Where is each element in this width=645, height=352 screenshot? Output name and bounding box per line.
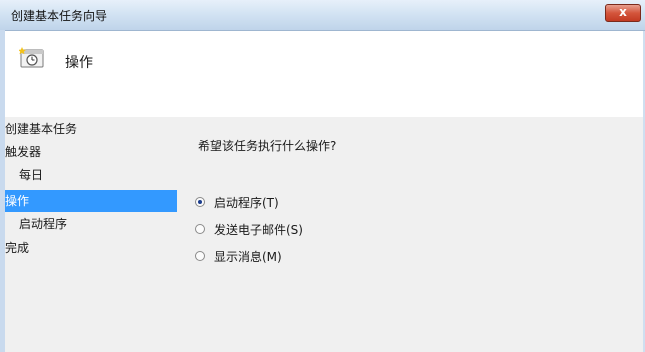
step-create-basic-task[interactable]: 创建基本任务 bbox=[5, 118, 177, 140]
radio-label: 启动程序(T) bbox=[214, 196, 279, 210]
step-label: 触发器 bbox=[5, 145, 42, 159]
step-action[interactable]: 操作 bbox=[5, 190, 177, 212]
close-icon: x bbox=[619, 5, 627, 19]
step-trigger[interactable]: 触发器 bbox=[5, 141, 177, 163]
step-list: 创建基本任务 触发器 每日 操作 启动程序 完成 bbox=[5, 117, 183, 352]
step-label: 启动程序 bbox=[19, 217, 68, 231]
question-text: 希望该任务执行什么操作? bbox=[198, 139, 337, 153]
wizard-content: 创建基本任务 触发器 每日 操作 启动程序 完成 希望该任务执行什么操作? 启动… bbox=[5, 117, 643, 352]
step-label: 完成 bbox=[5, 241, 30, 255]
radio-button[interactable] bbox=[195, 197, 205, 207]
radio-button[interactable] bbox=[195, 251, 205, 261]
wizard-header: 操作 bbox=[5, 31, 643, 117]
page-title: 操作 bbox=[65, 55, 93, 71]
step-daily[interactable]: 每日 bbox=[5, 164, 177, 186]
step-label: 操作 bbox=[5, 194, 30, 208]
step-label: 每日 bbox=[19, 168, 44, 182]
step-start-program[interactable]: 启动程序 bbox=[5, 213, 177, 235]
wizard-window: 创建基本任务向导 x 操作 创建基本任务 触发器 每日 操作 启动程序 完成 希… bbox=[0, 0, 645, 352]
step-finish[interactable]: 完成 bbox=[5, 237, 177, 259]
step-label: 创建基本任务 bbox=[5, 122, 78, 136]
window-title: 创建基本任务向导 bbox=[11, 9, 108, 23]
title-bar[interactable]: 创建基本任务向导 x bbox=[0, 0, 645, 31]
radio-label: 显示消息(M) bbox=[214, 250, 282, 264]
task-scheduler-icon bbox=[19, 47, 44, 68]
radio-label: 发送电子邮件(S) bbox=[214, 223, 303, 237]
close-button[interactable]: x bbox=[605, 4, 641, 22]
radio-button[interactable] bbox=[195, 224, 205, 234]
